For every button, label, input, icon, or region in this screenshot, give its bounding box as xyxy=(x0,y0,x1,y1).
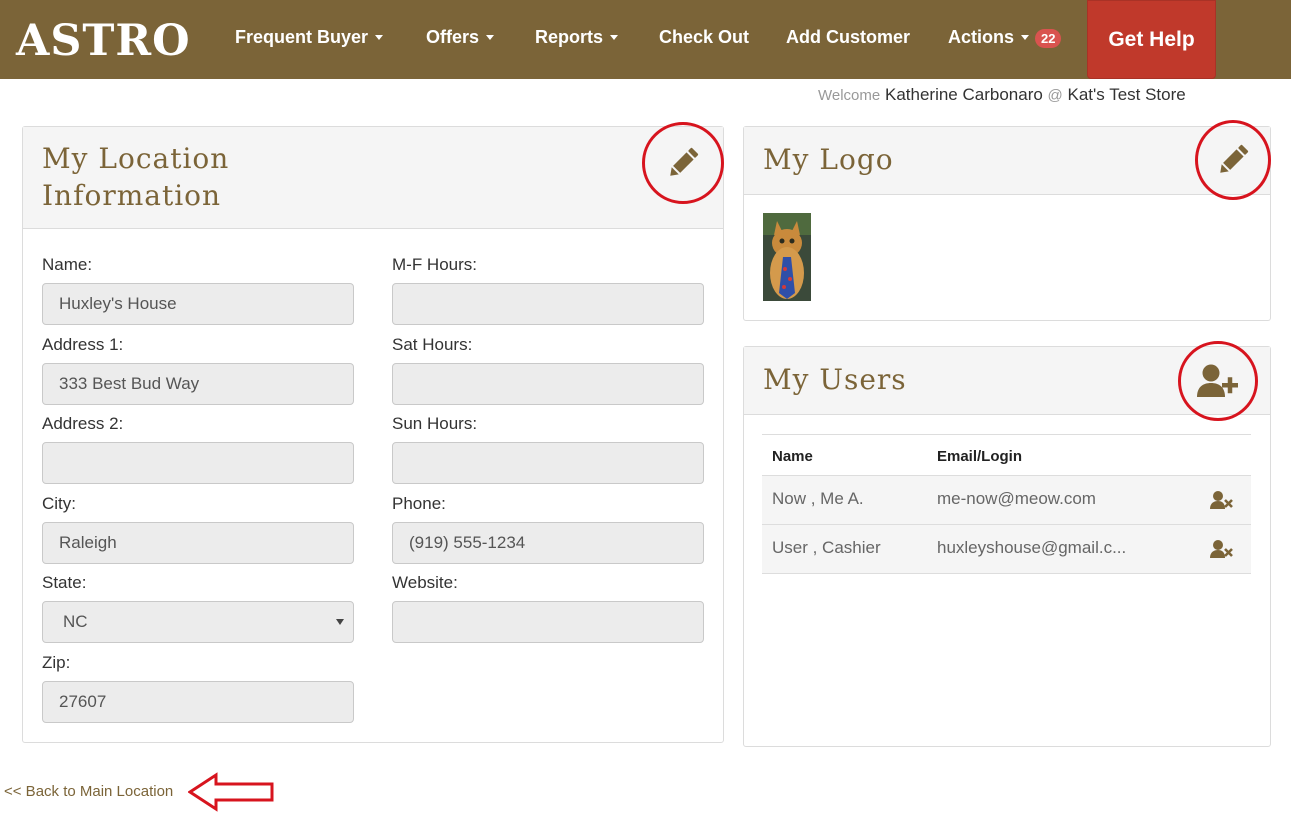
sat-hours-input[interactable] xyxy=(392,363,704,405)
brand-logo[interactable]: ASTRO xyxy=(16,15,191,67)
logo-panel-title: My Logo xyxy=(763,143,894,176)
nav-reports[interactable]: Reports xyxy=(535,26,619,48)
address1-label: Address 1: xyxy=(42,335,124,354)
nav-add-customer[interactable]: Add Customer xyxy=(786,26,910,48)
nav-offers-label: Offers xyxy=(426,27,480,47)
location-panel-title: My Location Information xyxy=(42,140,229,214)
welcome-at: @ xyxy=(1047,87,1063,104)
zip-label: Zip: xyxy=(42,653,71,672)
mf-hours-label: M-F Hours: xyxy=(392,255,477,274)
location-title-line2: Information xyxy=(42,179,222,212)
top-navbar: ASTRO Frequent Buyer Offers Reports Chec… xyxy=(0,0,1291,79)
user-email: me-now@meow.com xyxy=(937,489,1096,508)
user-name: User , Cashier xyxy=(772,538,881,557)
location-panel: My Location Information Name: Huxley's H… xyxy=(22,122,724,743)
state-select[interactable]: NC xyxy=(42,601,354,643)
nav-check-out-label: Check Out xyxy=(659,27,750,47)
chevron-down-icon xyxy=(486,34,495,40)
chevron-down-icon xyxy=(610,34,619,40)
name-label: Name: xyxy=(42,255,93,274)
logo-panel: My Logo xyxy=(743,120,1271,321)
remove-user-icon[interactable] xyxy=(1210,539,1234,559)
city-input[interactable]: Raleigh xyxy=(42,522,354,564)
state-select-value: NC xyxy=(63,612,88,631)
welcome-store: Kat's Test Store xyxy=(1067,85,1186,104)
city-label: City: xyxy=(42,494,76,513)
col-name-header: Name xyxy=(772,448,813,465)
actions-count-badge: 22 xyxy=(1035,28,1062,48)
address2-label: Address 2: xyxy=(42,414,124,433)
nav-reports-label: Reports xyxy=(535,27,604,47)
nav-frequent-buyer-label: Frequent Buyer xyxy=(235,27,369,47)
website-label: Website: xyxy=(392,573,458,592)
chevron-down-icon xyxy=(375,34,384,40)
address1-input[interactable]: 333 Best Bud Way xyxy=(42,363,354,405)
nav-add-customer-label: Add Customer xyxy=(786,27,911,47)
nav-frequent-buyer[interactable]: Frequent Buyer xyxy=(235,26,384,48)
location-title-line1: My Location xyxy=(42,142,230,175)
remove-user-icon[interactable] xyxy=(1210,490,1234,510)
nav-check-out[interactable]: Check Out xyxy=(659,26,749,48)
logo-image xyxy=(763,213,811,301)
mf-hours-input[interactable] xyxy=(392,283,704,325)
phone-label: Phone: xyxy=(392,494,446,513)
get-help-button[interactable]: Get Help xyxy=(1087,0,1216,79)
table-row: Now , Me A. me-now@meow.com xyxy=(762,476,1251,525)
back-to-main-location-link[interactable]: << Back to Main Location xyxy=(4,783,173,800)
user-name: Now , Me A. xyxy=(772,489,864,508)
users-table-header: Name Email/Login xyxy=(762,434,1251,476)
users-panel-header: My Users xyxy=(744,341,1270,421)
pencil-icon xyxy=(1220,144,1249,173)
col-email-header: Email/Login xyxy=(937,448,1023,465)
sat-hours-label: Sat Hours: xyxy=(392,335,473,354)
website-input[interactable] xyxy=(392,601,704,643)
phone-input[interactable]: (919) 555-1234 xyxy=(392,522,704,564)
users-table: Name Email/Login Now , Me A. me-now@meow… xyxy=(762,434,1251,574)
location-panel-header: My Location Information xyxy=(23,122,724,229)
address2-input[interactable] xyxy=(42,442,354,484)
logo-panel-header: My Logo xyxy=(744,120,1271,200)
user-email: huxleyshouse@gmail.c... xyxy=(937,538,1127,557)
caret-down-icon xyxy=(336,619,344,625)
sun-hours-label: Sun Hours: xyxy=(392,414,478,433)
pencil-icon xyxy=(670,147,699,176)
chevron-down-icon xyxy=(1021,34,1030,40)
table-row: User , Cashier huxleyshouse@gmail.c... xyxy=(762,525,1251,574)
add-user-icon xyxy=(1197,364,1238,397)
nav-actions[interactable]: Actions 22 xyxy=(948,26,1062,48)
welcome-user: Katherine Carbonaro xyxy=(884,85,1043,104)
nav-actions-label: Actions xyxy=(948,27,1015,47)
name-input[interactable]: Huxley's House xyxy=(42,283,354,325)
users-panel: My Users Name Email/Login Now , Me A. me… xyxy=(743,341,1271,747)
zip-input[interactable]: 27607 xyxy=(42,681,354,723)
add-user-button[interactable] xyxy=(1178,341,1258,421)
edit-location-button[interactable] xyxy=(642,122,724,204)
welcome-prefix: Welcome xyxy=(818,87,881,104)
welcome-line: Welcome Katherine Carbonaro @ Kat's Test… xyxy=(818,85,1186,105)
users-panel-title: My Users xyxy=(763,363,907,396)
sun-hours-input[interactable] xyxy=(392,442,704,484)
state-label: State: xyxy=(42,573,87,592)
left-arrow-icon xyxy=(188,772,274,812)
nav-offers[interactable]: Offers xyxy=(426,26,495,48)
edit-logo-button[interactable] xyxy=(1195,120,1271,200)
